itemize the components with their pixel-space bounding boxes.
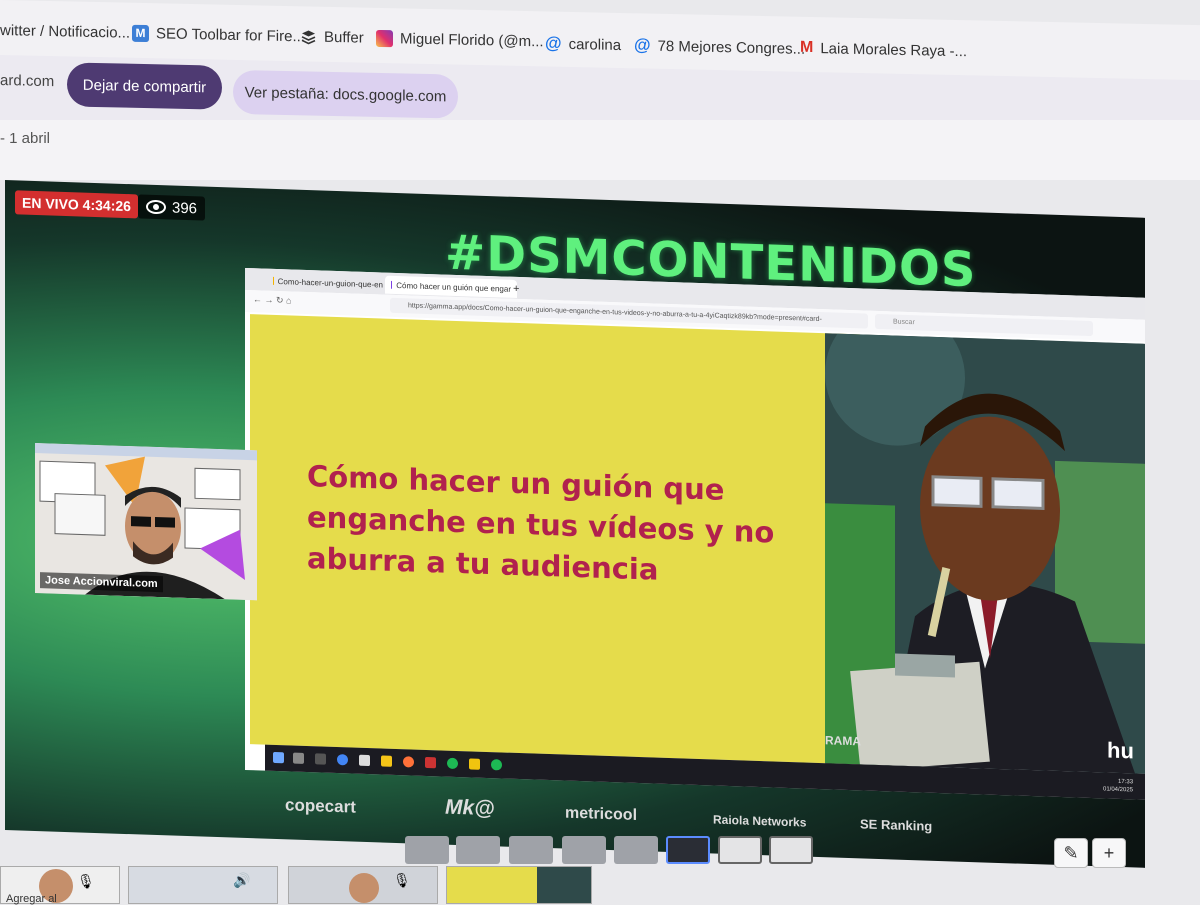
bookmark-seo-toolbar[interactable]: M SEO Toolbar for Fire... xyxy=(132,24,305,45)
gmail-icon: M xyxy=(800,38,814,57)
shared-screen: Como-hacer-un-guion-que-en Cómo hacer un… xyxy=(245,267,1145,800)
gamma-icon xyxy=(391,280,393,289)
docs-icon xyxy=(273,276,274,285)
partial-url: ard.com xyxy=(0,72,55,91)
speaker-volume-icon: 🔊 xyxy=(233,872,251,888)
viewer-count: 396 xyxy=(138,194,206,221)
event-date: - 1 abril xyxy=(0,130,51,147)
view-tab-button[interactable]: Ver pestaña: docs.google.com xyxy=(233,69,458,119)
stop-sharing-button[interactable]: Dejar de compartir xyxy=(67,62,222,110)
taskbar-clock: 17:33 01/04/2025 xyxy=(1103,778,1134,794)
mic-icon: 🎙 xyxy=(393,872,411,888)
spotify-icon xyxy=(447,757,458,770)
sponsor-logo: Raiola Networks xyxy=(713,812,807,830)
windows-start-icon xyxy=(273,751,284,764)
thumbnail-screen-1[interactable]: 🔊 xyxy=(128,866,278,904)
bookmark-gmail[interactable]: M Laia Morales Raya -... xyxy=(800,39,967,60)
speaker-camera: Jose Accionviral.com xyxy=(35,442,257,601)
new-tab-icon: + xyxy=(513,282,520,296)
m-logo-icon: M xyxy=(132,24,149,43)
nav-arrows-icon: ← → ↻ ⌂ xyxy=(253,294,292,306)
layout-screen-button[interactable] xyxy=(614,836,658,864)
scene-thumbnails: 🎙 🔊 🎙 xyxy=(0,862,1200,904)
spotify-icon xyxy=(491,759,502,771)
firefox-icon xyxy=(403,756,414,768)
shared-search: Buscar xyxy=(875,313,1093,337)
taskview-icon xyxy=(315,753,326,765)
stream-stage: EN VIVO 4:34:26 396 #DSMCONTENIDOS Como-… xyxy=(5,180,1145,868)
sponsor-logo: SE Ranking xyxy=(860,816,933,834)
event-date-row: - 1 abril xyxy=(0,120,1200,180)
eye-icon xyxy=(146,199,166,215)
at-sign-icon: @ xyxy=(634,35,651,55)
buffer-stack-icon xyxy=(300,28,317,45)
mic-icon: 🎙 xyxy=(77,873,95,889)
cartoon-watermark-right: hu xyxy=(1107,737,1134,764)
layout-split-button[interactable] xyxy=(509,836,553,864)
bookmark-buffer[interactable]: Buffer xyxy=(300,28,364,47)
cartoon-watermark-left: RAMA xyxy=(825,733,861,749)
sponsor-logo: copecart xyxy=(285,795,356,817)
thumbnail-image xyxy=(537,867,591,903)
layout-group-button[interactable] xyxy=(562,836,606,864)
bookmark-twitter[interactable]: witter / Notificacio... xyxy=(0,22,130,42)
cartoon-image: RAMA hu xyxy=(825,333,1145,774)
app-icon xyxy=(359,754,370,767)
app-icon xyxy=(425,756,436,769)
app-icon xyxy=(469,758,480,770)
bookmark-carolina[interactable]: @ carolina xyxy=(545,33,621,55)
at-sign-icon: @ xyxy=(545,33,562,53)
folder-icon xyxy=(381,755,392,767)
slide-title: Cómo hacer un guión que enganche en tus … xyxy=(307,459,775,587)
layout-sidebar-button[interactable] xyxy=(666,836,710,864)
sponsor-logo: Mk@ xyxy=(445,795,495,821)
layout-pip-button[interactable] xyxy=(718,836,762,864)
bookmark-instagram[interactable]: Miguel Florido (@m... xyxy=(376,29,544,50)
viewer-count-value: 396 xyxy=(172,199,198,217)
layout-two-button[interactable] xyxy=(456,836,500,864)
bookmark-congresos[interactable]: @ 78 Mejores Congres... xyxy=(634,35,805,59)
thumbnail-slide[interactable] xyxy=(446,866,592,904)
chrome-icon xyxy=(337,754,348,766)
live-badge: EN VIVO 4:34:26 xyxy=(15,190,138,219)
thumbnail-screen-2[interactable]: 🎙 xyxy=(288,866,438,904)
add-to-stage-label[interactable]: Agregar al xyxy=(6,893,57,905)
layout-fullscreen-button[interactable] xyxy=(769,836,813,864)
search-icon xyxy=(293,752,304,764)
avatar xyxy=(349,873,379,903)
instagram-icon xyxy=(376,29,393,48)
sponsor-logo: metricool xyxy=(565,804,638,824)
layout-solo-button[interactable] xyxy=(405,836,449,864)
presentation-slide: Cómo hacer un guión que enganche en tus … xyxy=(250,314,860,765)
